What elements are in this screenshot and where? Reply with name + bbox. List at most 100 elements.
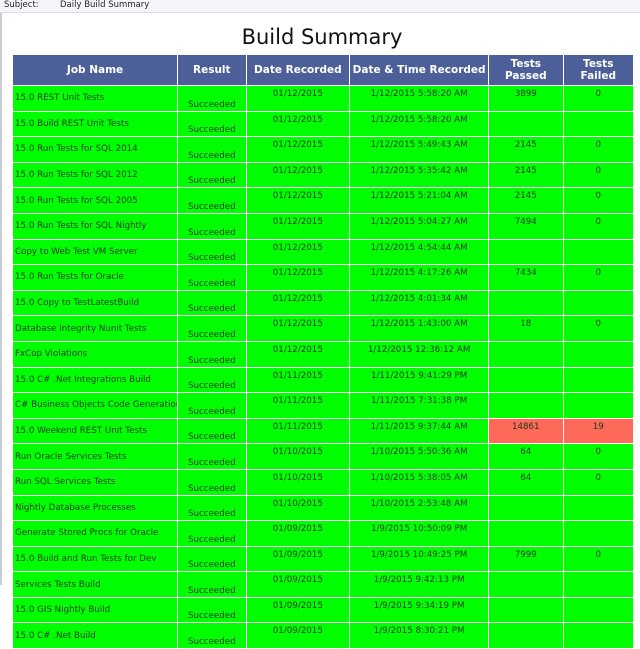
column-header-job-name: Job Name: [11, 54, 179, 86]
job-name-cell: 15.0 Weekend REST Unit Tests: [11, 417, 179, 445]
job-name-cell: Database Integrity Nunit Tests: [11, 315, 179, 342]
tests-passed-cell: [488, 392, 564, 419]
date-recorded-cell: 01/12/2015: [245, 136, 351, 163]
tests-passed-cell: [488, 340, 564, 368]
table-row: 15.0 Run Tests for SQL 2014 Succeeded 01/1…: [11, 136, 635, 163]
datetime-recorded-cell: 1/12/2015 5:49:43 AM: [349, 136, 490, 163]
date-recorded-cell: 01/12/2015: [245, 289, 351, 317]
tests-failed-cell: 0: [562, 264, 635, 291]
tests-passed-cell: 3899: [488, 85, 564, 112]
tests-failed-cell: [562, 238, 635, 266]
table-row: Run Oracle Services Tests Succeeded 01/10/…: [11, 443, 635, 470]
job-name-cell: Nightly Database Processes: [11, 494, 179, 522]
column-header-tests-passed: Tests Passed: [488, 54, 564, 86]
date-recorded-cell: 01/10/2015: [245, 494, 351, 522]
table-row: Database Integrity Nunit Tests Succeeded 0…: [11, 315, 635, 342]
tests-failed-cell: 0: [562, 468, 635, 496]
date-recorded-cell: 01/09/2015: [245, 622, 351, 649]
date-recorded-cell: 01/11/2015: [245, 366, 351, 394]
result-cell: Succeeded: [177, 187, 247, 214]
result-cell: Succeeded: [177, 264, 247, 291]
report-title: Build Summary: [241, 25, 403, 49]
job-name-cell: 15.0 Build and Run Tests for Dev: [11, 545, 179, 573]
result-cell: Succeeded: [177, 494, 247, 522]
result-cell: Succeeded: [177, 443, 247, 470]
tests-passed-cell: [488, 366, 564, 394]
datetime-recorded-cell: 1/12/2015 1:43:00 AM: [349, 315, 490, 342]
table-row: 15.0 C# .Net Build Succeeded 01/09/2015 1/9…: [11, 622, 635, 649]
tests-failed-cell: 0: [562, 161, 635, 189]
datetime-recorded-cell: 1/12/2015 12:36:12 AM: [349, 340, 490, 368]
job-name-cell: 15.0 GIS Nightly Build: [11, 596, 179, 624]
message-body: Build Summary Job Name Result Date Recor…: [0, 13, 640, 649]
datetime-recorded-cell: 1/9/2015 9:34:19 PM: [349, 596, 490, 624]
job-name-cell: 15.0 Run Tests for Oracle: [11, 264, 179, 291]
job-name-cell: Generate Stored Procs for Oracle: [11, 520, 179, 547]
job-name-cell: 15.0 Run Tests for SQL 2005: [11, 187, 179, 214]
result-cell: Succeeded: [177, 85, 247, 112]
table-row: 15.0 C# .Net Integrations Build Succeeded…: [11, 366, 635, 394]
table-row: C# Business Objects Code Generation Succe…: [11, 392, 635, 419]
tests-passed-cell: 2145: [488, 136, 564, 163]
tests-passed-cell: [488, 494, 564, 522]
tests-failed-cell: 0: [562, 315, 635, 342]
date-recorded-cell: 01/12/2015: [245, 264, 351, 291]
table-row: 15.0 GIS Nightly Build Succeeded 01/09/201…: [11, 596, 635, 624]
table-row: FxCop Violations Succeeded 01/12/2015 1/12/…: [11, 340, 635, 368]
datetime-recorded-cell: 1/12/2015 4:01:34 AM: [349, 289, 490, 317]
date-recorded-cell: 01/12/2015: [245, 238, 351, 266]
tests-passed-cell: 14861: [488, 417, 564, 445]
tests-passed-cell: 7434: [488, 264, 564, 291]
datetime-recorded-cell: 1/12/2015 5:58:20 AM: [349, 85, 490, 112]
table-row: Nightly Database Processes Succeeded 01/10…: [11, 494, 635, 522]
job-name-cell: Run SQL Services Tests: [11, 468, 179, 496]
table-header-row: Job Name Result Date Recorded Date & Tim…: [11, 54, 635, 86]
table-row: 15.0 Run Tests for SQL 2012 Succeeded 01/1…: [11, 161, 635, 189]
table-row: Generate Stored Procs for Oracle Succeede…: [11, 520, 635, 547]
tests-failed-cell: [562, 392, 635, 419]
tests-failed-cell: 0: [562, 212, 635, 240]
column-header-result: Result: [177, 54, 247, 86]
column-header-date-time-recorded: Date & Time Recorded: [349, 54, 490, 86]
date-recorded-cell: 01/12/2015: [245, 85, 351, 112]
datetime-recorded-cell: 1/9/2015 8:30:21 PM: [349, 622, 490, 649]
job-name-cell: 15.0 C# .Net Integrations Build: [11, 366, 179, 394]
tests-passed-cell: [488, 596, 564, 624]
date-recorded-cell: 01/11/2015: [245, 417, 351, 445]
job-name-cell: 15.0 Run Tests for SQL Nightly: [11, 212, 179, 240]
tests-failed-cell: 0: [562, 545, 635, 573]
datetime-recorded-cell: 1/12/2015 4:17:26 AM: [349, 264, 490, 291]
tests-failed-cell: [562, 494, 635, 522]
tests-passed-cell: [488, 110, 564, 138]
tests-passed-cell: 7494: [488, 212, 564, 240]
job-name-cell: FxCop Violations: [11, 340, 179, 368]
job-name-cell: 15.0 Build REST Unit Tests: [11, 110, 179, 138]
tests-passed-cell: [488, 238, 564, 266]
tests-passed-cell: 2145: [488, 161, 564, 189]
job-name-cell: Copy to Web Test VM Server: [11, 238, 179, 266]
table-row: 15.0 REST Unit Tests Succeeded 01/12/2015 1…: [11, 85, 635, 112]
column-header-date-recorded: Date Recorded: [245, 54, 351, 86]
date-recorded-cell: 01/12/2015: [245, 110, 351, 138]
result-cell: Succeeded: [177, 136, 247, 163]
datetime-recorded-cell: 1/12/2015 5:21:04 AM: [349, 187, 490, 214]
date-recorded-cell: 01/10/2015: [245, 443, 351, 470]
tests-passed-cell: 2145: [488, 187, 564, 214]
datetime-recorded-cell: 1/11/2015 9:37:44 AM: [349, 417, 490, 445]
datetime-recorded-cell: 1/9/2015 10:50:09 PM: [349, 520, 490, 547]
datetime-recorded-cell: 1/10/2015 5:38:05 AM: [349, 468, 490, 496]
date-recorded-cell: 01/12/2015: [245, 315, 351, 342]
result-cell: Succeeded: [177, 340, 247, 368]
tests-failed-cell: [562, 110, 635, 138]
job-name-cell: 15.0 Run Tests for SQL 2014: [11, 136, 179, 163]
job-name-cell: Run Oracle Services Tests: [11, 443, 179, 470]
result-cell: Succeeded: [177, 468, 247, 496]
datetime-recorded-cell: 1/10/2015 5:50:36 AM: [349, 443, 490, 470]
tests-failed-cell: [562, 340, 635, 368]
tests-passed-cell: 18: [488, 315, 564, 342]
tests-failed-cell: 19: [562, 417, 635, 445]
tests-passed-cell: [488, 520, 564, 547]
tests-failed-cell: 0: [562, 85, 635, 112]
date-recorded-cell: 01/11/2015: [245, 392, 351, 419]
result-cell: Succeeded: [177, 545, 247, 573]
